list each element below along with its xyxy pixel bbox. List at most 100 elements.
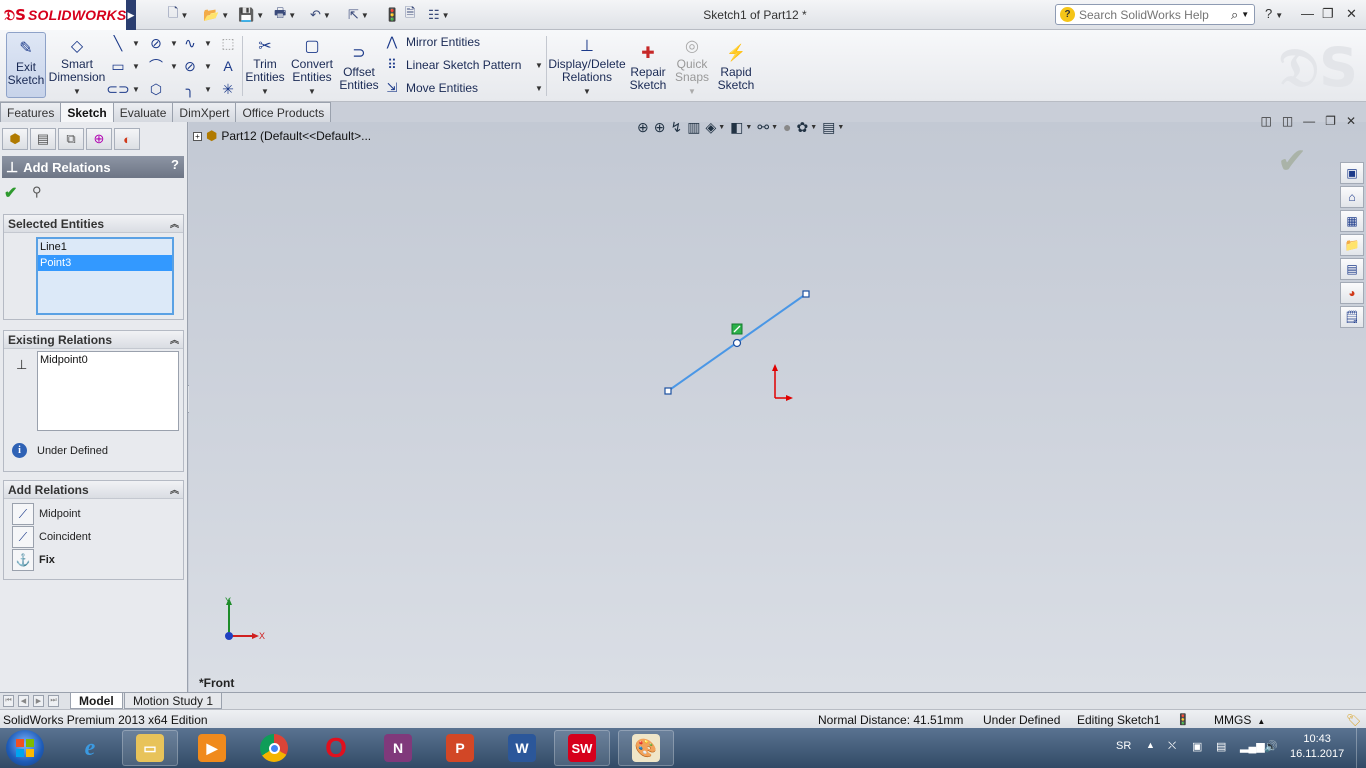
collapse-chevron-icon[interactable]: ︽ (170, 483, 179, 496)
rebuild-button[interactable]: 🚦 (384, 6, 400, 24)
rectangle-dropdown-icon[interactable]: ▼ (132, 62, 140, 71)
graphics-area[interactable]: + ⬢ Part12 (Default<<Default>... ⊕ ⊕ ↯ ▥… (189, 114, 1366, 692)
options-button[interactable]: ☷ ▼ (428, 6, 450, 24)
show-hidden-icons-icon[interactable]: ▲ (1146, 740, 1155, 750)
convert-dropdown-icon[interactable]: ▼ (308, 85, 316, 98)
midpoint-relation-button[interactable]: ⟋ Midpoint (12, 503, 81, 525)
last-tab-nav-icon[interactable]: ⏭ (48, 695, 59, 707)
ellipse-tool-icon[interactable]: ⊘ (180, 57, 200, 75)
solidworks-logo[interactable]: 𝔇S SOLIDWORKS (0, 0, 126, 30)
construction-geometry-icon[interactable]: ⬚ (218, 34, 238, 52)
prev-tab-nav-icon[interactable]: ◀ (18, 695, 29, 707)
taskbar-paint[interactable]: 🎨 (618, 730, 674, 766)
spline-tool-icon[interactable]: ∿ (180, 34, 200, 52)
collapse-chevron-icon[interactable]: ︽ (170, 217, 179, 230)
taskbar-media-player[interactable]: ▶ (184, 730, 240, 766)
trim-entities-button[interactable]: ✂ Trim Entities ▼ (244, 32, 286, 98)
list-item[interactable]: Line1 (38, 239, 172, 255)
repair-sketch-button[interactable]: ✚ Repair Sketch (628, 38, 668, 104)
first-tab-nav-icon[interactable]: ⏮ (3, 695, 14, 707)
line-tool-icon[interactable]: ╲ (108, 34, 128, 52)
volume-icon[interactable]: 🔊 (1264, 740, 1278, 753)
configuration-manager-tab-icon[interactable]: ⧉ (58, 128, 84, 150)
tab-model[interactable]: Model (70, 693, 123, 709)
pin-icon[interactable]: ⚲ (32, 184, 42, 200)
minimize-icon[interactable]: — (1301, 6, 1314, 21)
tab-dimxpert[interactable]: DimXpert (172, 102, 237, 122)
help-search-box[interactable]: ? ⌕ ▼ (1055, 4, 1255, 25)
text-tool-icon[interactable]: A (218, 57, 238, 75)
tray-app-icon[interactable]: ▣ (1192, 740, 1202, 753)
taskbar-solidworks[interactable]: SW (554, 730, 610, 766)
offset-entities-button[interactable]: ⊃ Offset Entities (338, 38, 380, 104)
select-button[interactable]: ⇱ ▼ (348, 6, 369, 24)
taskbar-chrome[interactable] (246, 730, 302, 766)
convert-entities-button[interactable]: ▢ Convert Entities ▼ (288, 32, 336, 98)
ellipse-dropdown-icon[interactable]: ▼ (204, 62, 212, 71)
arc-tool-icon[interactable]: ⌒ (146, 57, 166, 75)
restore-icon[interactable]: ❐ (1322, 6, 1334, 22)
system-clock[interactable]: 10:43 16.11.2017 (1290, 732, 1344, 762)
ok-check-icon[interactable]: ✔ (4, 183, 17, 203)
taskbar-internet-explorer[interactable]: e (62, 730, 118, 766)
selected-entities-list[interactable]: Line1 Point3 (36, 237, 174, 315)
smart-dimension-button[interactable]: ◇ Smart Dimension ▼ (49, 32, 106, 98)
taskbar-opera[interactable]: O (308, 730, 364, 766)
spline-dropdown-icon[interactable]: ▼ (204, 39, 212, 48)
help-search-input[interactable] (1079, 7, 1229, 22)
fillet-dropdown-icon[interactable]: ▼ (204, 85, 212, 94)
line-dropdown-icon[interactable]: ▼ (132, 39, 140, 48)
next-tab-nav-icon[interactable]: ▶ (33, 695, 44, 707)
sketch-canvas[interactable]: Y X (189, 122, 1366, 692)
rebuild-status-icon[interactable]: 🚦 (1176, 713, 1190, 726)
feature-manager-tab-icon[interactable]: ⬢ (2, 128, 28, 150)
new-document-button[interactable]: 🗋 ▼ (168, 5, 188, 24)
tooltip-tag-icon[interactable]: 🏷 (1346, 713, 1361, 727)
polygon-tool-icon[interactable]: ⬡ (146, 80, 166, 98)
file-properties-button[interactable]: 🗎 (405, 5, 415, 24)
save-button[interactable]: 💾 ▼ (238, 6, 264, 24)
exit-sketch-button[interactable]: ✎ Exit Sketch (6, 32, 46, 98)
tray-adobe-icon[interactable]: ⛌ (1168, 740, 1176, 753)
start-button[interactable] (6, 730, 44, 766)
close-icon[interactable]: ✕ (1346, 6, 1357, 22)
taskbar-powerpoint[interactable]: P (432, 730, 488, 766)
selected-entities-header[interactable]: Selected Entities ︽ (4, 215, 183, 233)
display-delete-relations-button[interactable]: ⊥ Display/Delete Relations ▼ (548, 32, 625, 98)
display-manager-tab-icon[interactable]: ◐ (114, 128, 140, 150)
network-signal-icon[interactable]: ▂▄▆ (1240, 740, 1265, 753)
slot-tool-icon[interactable]: ⊂⊃ (106, 80, 129, 98)
circle-tool-icon[interactable]: ⊘ (146, 34, 166, 52)
search-dropdown-icon[interactable]: ▼ (1241, 10, 1249, 19)
search-icon[interactable]: ⌕ (1231, 7, 1238, 23)
point-tool-icon[interactable]: ✳ (218, 80, 238, 98)
fillet-tool-icon[interactable]: ╮ (180, 80, 200, 98)
undo-button[interactable]: ↶ ▼ (310, 6, 331, 24)
existing-relations-header[interactable]: Existing Relations ︽ (4, 331, 183, 349)
relations-dropdown-icon[interactable]: ▼ (583, 85, 591, 98)
language-indicator[interactable]: SR (1116, 740, 1131, 752)
custom-properties-icon[interactable]: 🗒 (1340, 306, 1364, 328)
quick-snaps-button[interactable]: ◎ Quick Snaps ▼ (672, 32, 712, 98)
tab-office-products[interactable]: Office Products (235, 102, 332, 122)
property-manager-help-button[interactable]: ? (171, 157, 179, 172)
add-relations-header[interactable]: Add Relations ︽ (4, 481, 183, 499)
open-button[interactable]: 📂 ▼ (203, 6, 229, 24)
move-dropdown-icon[interactable]: ▼ (535, 84, 543, 93)
quick-snaps-dropdown-icon[interactable]: ▼ (688, 85, 696, 98)
coincident-relation-button[interactable]: ⟋ Coincident (12, 526, 91, 548)
line-endpoint[interactable] (664, 387, 672, 395)
existing-relations-list[interactable]: Midpoint0 (37, 351, 179, 431)
smart-dimension-dropdown-icon[interactable]: ▼ (73, 85, 81, 98)
appearances-icon[interactable]: ◕ (1340, 282, 1364, 304)
circle-dropdown-icon[interactable]: ▼ (170, 39, 178, 48)
help-menu-button[interactable]: ? ▼ (1265, 6, 1283, 21)
view-palette-icon[interactable]: ▤ (1340, 258, 1364, 280)
list-item[interactable]: Point3 (38, 255, 172, 271)
move-entities-button[interactable]: ⇲ Move Entities ▼ (383, 78, 543, 98)
fix-relation-button[interactable]: ⚓ Fix (12, 549, 55, 571)
units-selector[interactable]: MMGS ▲ (1214, 713, 1265, 727)
show-desktop-button[interactable] (1356, 728, 1366, 768)
tray-device-icon[interactable]: ▤ (1216, 740, 1226, 753)
taskbar-file-explorer[interactable]: ▭ (122, 730, 178, 766)
